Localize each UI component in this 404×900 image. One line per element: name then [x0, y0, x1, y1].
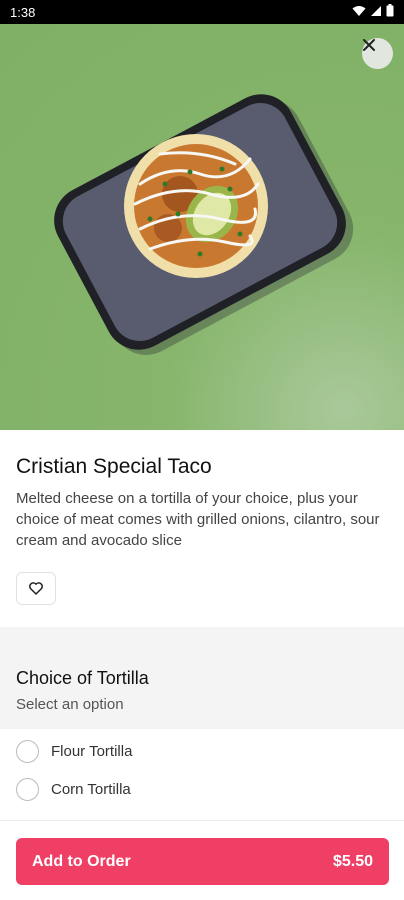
option-flour-tortilla[interactable]: Flour Tortilla — [16, 740, 132, 763]
status-icons — [352, 4, 394, 20]
taco-plate-illustration — [54, 94, 354, 355]
radio-button[interactable] — [16, 740, 39, 763]
section-subtitle: Select an option — [16, 696, 124, 713]
item-description: Melted cheese on a tortilla of your choi… — [16, 490, 380, 549]
status-bar: 1:38 — [0, 0, 404, 24]
radio-button[interactable] — [16, 778, 39, 801]
close-button[interactable] — [362, 38, 393, 69]
wifi-icon — [352, 5, 366, 20]
item-title: Cristian Special Taco — [16, 455, 212, 478]
food-photo — [0, 24, 404, 430]
heart-icon — [29, 582, 43, 595]
option-label: Flour Tortilla — [51, 743, 133, 760]
signal-icon — [370, 5, 382, 20]
add-to-order-button[interactable]: Add to Order $5.50 — [16, 838, 389, 885]
order-price: $5.50 — [332, 852, 373, 870]
close-icon — [363, 39, 375, 51]
add-to-order-label: Add to Order — [32, 852, 131, 870]
battery-icon — [386, 4, 394, 20]
favorite-button[interactable] — [16, 572, 56, 605]
option-label: Corn Tortilla — [51, 781, 131, 798]
status-time: 1:38 — [10, 4, 36, 20]
option-corn-tortilla[interactable]: Corn Tortilla — [16, 778, 131, 801]
section-title: Choice of Tortilla — [16, 668, 149, 688]
